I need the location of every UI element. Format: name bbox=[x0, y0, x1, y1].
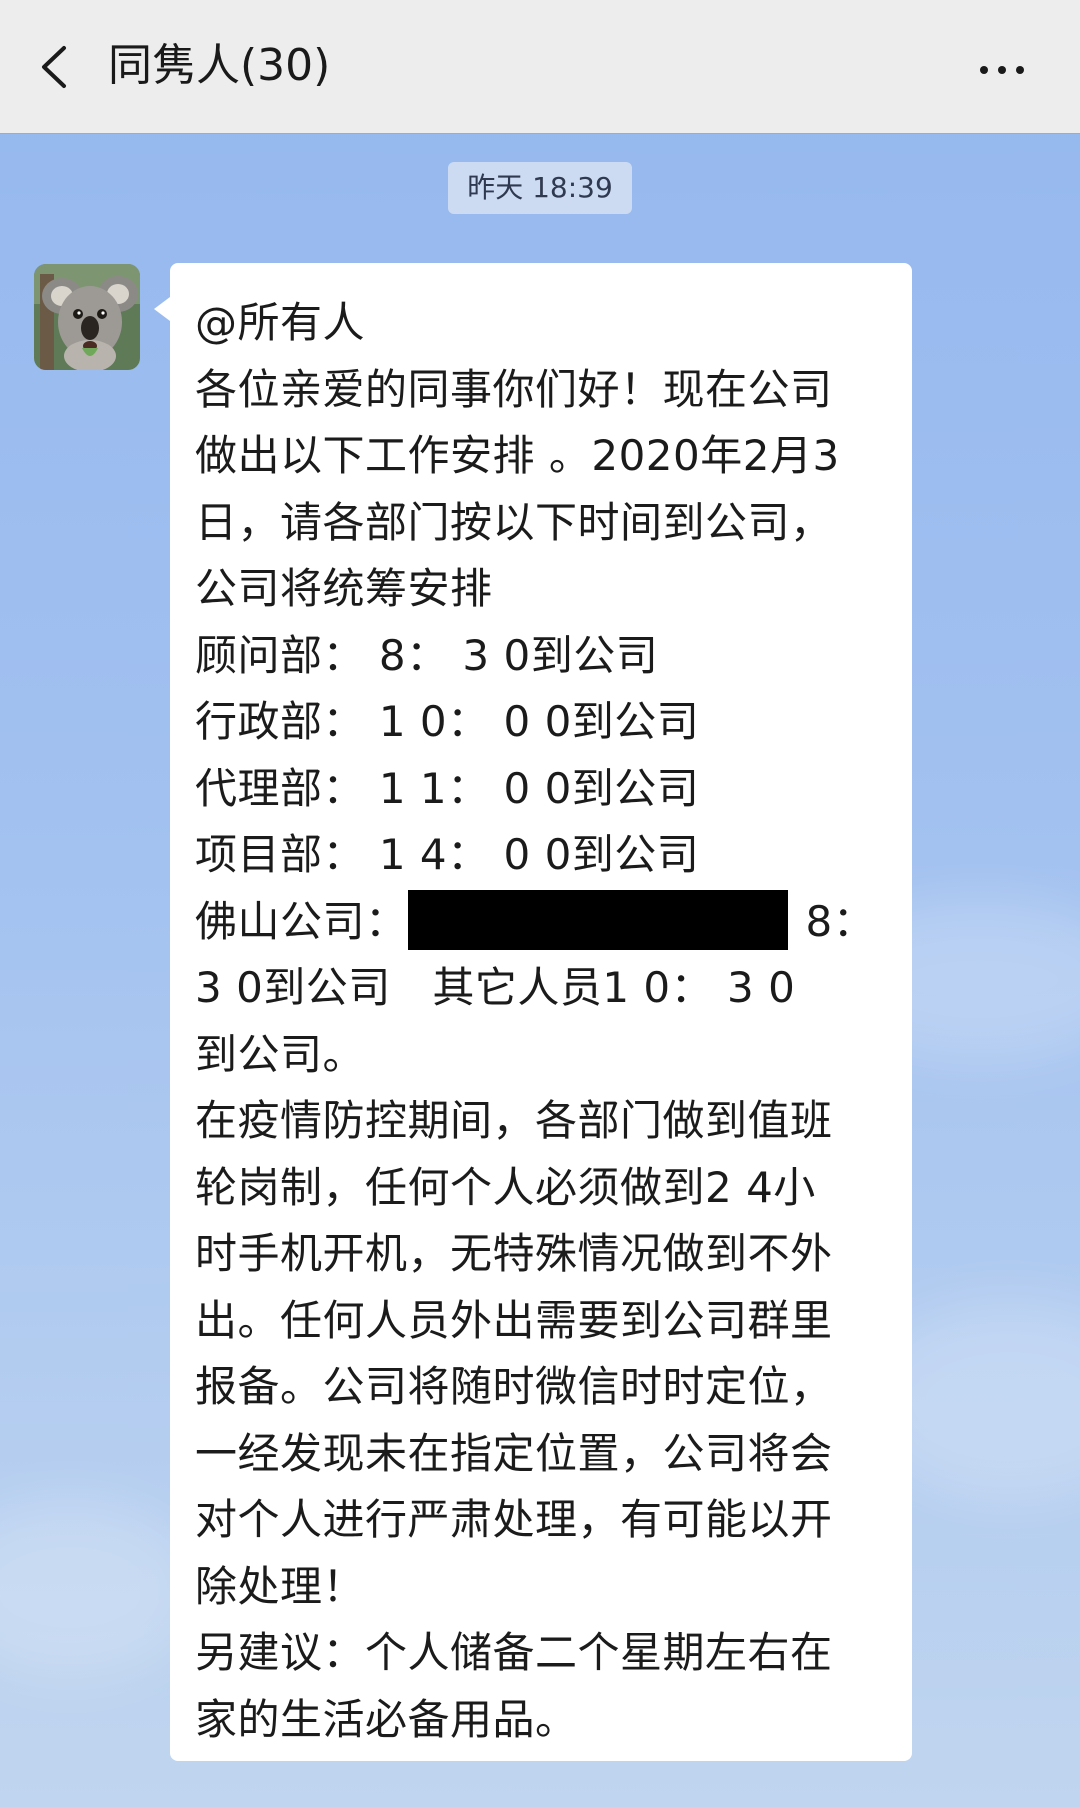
message-line: 在疫情防控期间，各部门做到值班 bbox=[195, 1096, 833, 1145]
message-line: 出。任何人员外出需要到公司群里 bbox=[195, 1295, 833, 1345]
message-line: 做出以下工作安排 。2020年2月3 bbox=[195, 431, 840, 480]
message-line: 公司将统筹安排 bbox=[195, 564, 493, 613]
message-line: 到公司。 bbox=[195, 1029, 366, 1079]
message-line: 顾问部： 8： 3 0到公司 bbox=[195, 630, 659, 680]
message-line: 一经发现未在指定位置，公司将会 bbox=[195, 1428, 833, 1478]
message-line: 3 0到公司 其它人员1 0： 3 0 bbox=[195, 963, 796, 1012]
message-line: 行政部： 1 0： 0 0到公司 bbox=[195, 697, 700, 746]
chevron-left-icon bbox=[42, 46, 66, 88]
redaction-block bbox=[407, 890, 788, 950]
message-line: @所有人 bbox=[195, 298, 366, 347]
message-line: 日，请各部门按以下时间到公司， bbox=[195, 497, 833, 547]
koala-avatar-icon bbox=[34, 264, 140, 370]
message-line: 时手机开机，无特殊情况做到不外 bbox=[195, 1229, 833, 1278]
message-line: 报备。公司将随时微信时时定位， bbox=[195, 1362, 833, 1411]
message-line: 代理部： 1 1： 0 0到公司 bbox=[195, 763, 700, 813]
message-line: 家的生活必备用品。 bbox=[195, 1694, 578, 1744]
chat-title: 同隽人(30) bbox=[108, 40, 331, 91]
message-segment: 8： bbox=[805, 896, 876, 946]
message-line: 各位亲爱的同事你们好！现在公司 bbox=[195, 364, 833, 414]
message-segment: 佛山公司： bbox=[195, 896, 408, 946]
more-dots-icon bbox=[980, 66, 1024, 74]
message-line: 另建议：个人储备二个星期左右在 bbox=[195, 1628, 833, 1677]
sender-avatar[interactable] bbox=[34, 264, 140, 370]
message-line-redacted: 佛山公司： 8： bbox=[195, 889, 912, 956]
message-line: 项目部： 1 4： 0 0到公司 bbox=[195, 830, 700, 879]
more-button[interactable] bbox=[972, 40, 1032, 100]
chat-header: 同隽人(30) bbox=[0, 0, 1080, 133]
message-line: 除处理！ bbox=[195, 1561, 366, 1611]
message-timestamp: 昨天 18:39 bbox=[448, 162, 632, 214]
back-button[interactable] bbox=[28, 36, 88, 96]
chat-screen: 同隽人(30) 昨天 18:39 @所有人 各位亲爱的同事你们好！现在公司 做出… bbox=[0, 0, 1080, 1807]
message-line: 轮岗制，任何个人必须做到2 4小 bbox=[195, 1162, 816, 1212]
message-bubble[interactable]: @所有人 各位亲爱的同事你们好！现在公司 做出以下工作安排 。2020年2月3 … bbox=[154, 263, 912, 1761]
message-line: 对个人进行严肃处理，有可能以开 bbox=[195, 1495, 833, 1544]
